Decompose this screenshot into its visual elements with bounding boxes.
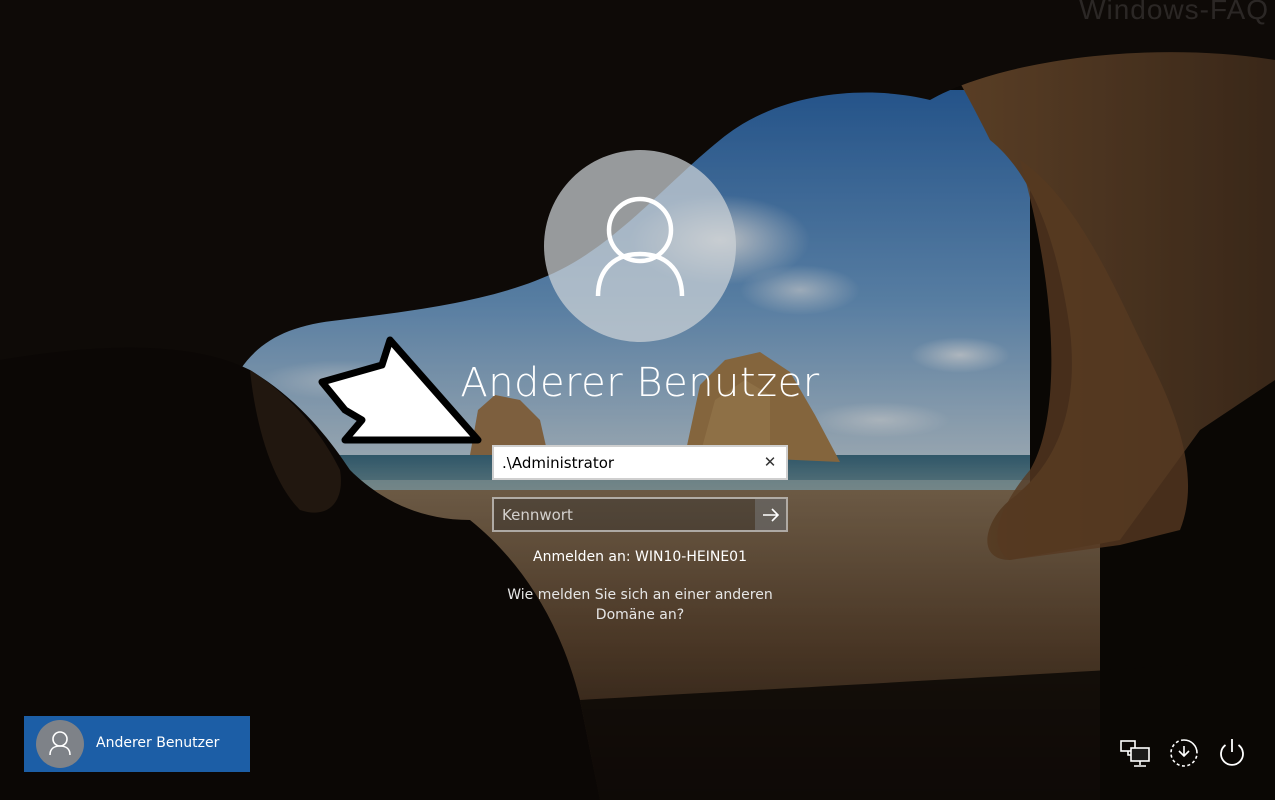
ease-of-access-button[interactable] [1166, 735, 1202, 771]
arrow-right-icon [762, 507, 779, 522]
other-domain-line-2: Domäne an? [595, 607, 685, 623]
power-icon [1220, 739, 1244, 766]
signin-target-text: Anmelden an: WIN10-HEINE01 [533, 549, 747, 565]
network-icon [1120, 740, 1150, 767]
power-button[interactable] [1214, 735, 1250, 771]
other-domain-link[interactable]: Wie melden Sie sich an einer anderen Dom… [480, 585, 800, 625]
submit-button[interactable] [755, 499, 786, 530]
user-tile-label: Anderer Benutzer [96, 735, 220, 751]
user-avatar-large [544, 150, 736, 342]
password-field[interactable] [492, 497, 788, 532]
username-field[interactable]: ✕ [492, 445, 788, 480]
user-tile-other-user[interactable]: Anderer Benutzer [24, 716, 250, 772]
user-silhouette-icon [49, 731, 71, 756]
username-input[interactable] [502, 451, 752, 475]
network-button[interactable] [1118, 735, 1154, 771]
avatar [36, 720, 84, 768]
lock-screen: Windows-FAQ Anderer Benutzer ✕ Anmelden … [0, 0, 1275, 800]
user-name-title: Anderer Benutzer [460, 360, 820, 406]
ease-of-access-icon [1170, 739, 1198, 767]
close-icon: ✕ [763, 453, 777, 471]
password-input[interactable] [502, 503, 742, 527]
watermark-text: Windows-FAQ [1079, 0, 1269, 25]
clear-username-button[interactable]: ✕ [760, 452, 780, 472]
other-domain-line-1: Wie melden Sie sich an einer anderen [507, 587, 773, 603]
user-silhouette-icon [595, 196, 685, 297]
